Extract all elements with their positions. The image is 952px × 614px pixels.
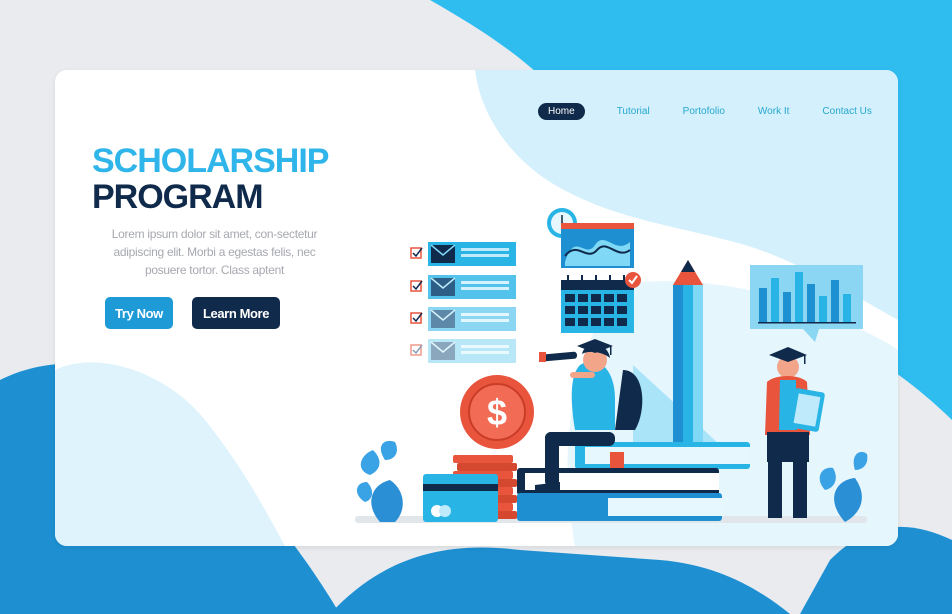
nav-home[interactable]: Home xyxy=(538,103,585,120)
pencil-icon xyxy=(673,260,703,445)
leaf-icon xyxy=(356,440,403,522)
telescope-icon xyxy=(539,351,578,362)
nav-portofolio[interactable]: Portofolio xyxy=(683,106,725,117)
checkbox-icon xyxy=(410,344,423,356)
checkbox-icon xyxy=(410,247,423,259)
svg-text:$: $ xyxy=(487,392,507,433)
calendar-icon xyxy=(561,275,634,333)
line-chart-window xyxy=(561,223,634,268)
hero-title-line1: SCHOLARSHIP xyxy=(92,142,329,180)
envelope-icon xyxy=(430,277,456,296)
dollar-coin-icon: $ xyxy=(460,375,534,449)
nav-contact-us[interactable]: Contact Us xyxy=(822,106,871,117)
envelope-icon xyxy=(430,309,456,328)
checkbox-icon xyxy=(410,280,423,292)
credit-card-icon xyxy=(423,474,498,522)
nav-work-it[interactable]: Work It xyxy=(758,106,789,117)
hero-description: Lorem ipsum dolor sit amet, con-sectetur… xyxy=(111,227,318,277)
check-badge-icon xyxy=(625,272,641,288)
envelope-icon xyxy=(430,341,456,360)
main-navigation: Home Tutorial Portofolio Work It Contact… xyxy=(538,103,872,120)
try-now-button[interactable]: Try Now xyxy=(105,297,173,329)
learn-more-button[interactable]: Learn More xyxy=(192,297,280,329)
email-checklist xyxy=(410,242,516,363)
checkbox-icon xyxy=(410,312,423,324)
nav-tutorial[interactable]: Tutorial xyxy=(617,106,650,117)
hero-title-line2: PROGRAM xyxy=(92,178,264,216)
landing-card: $ Home Tutorial Portofolio Work It Conta… xyxy=(55,70,898,546)
envelope-icon xyxy=(430,244,456,263)
